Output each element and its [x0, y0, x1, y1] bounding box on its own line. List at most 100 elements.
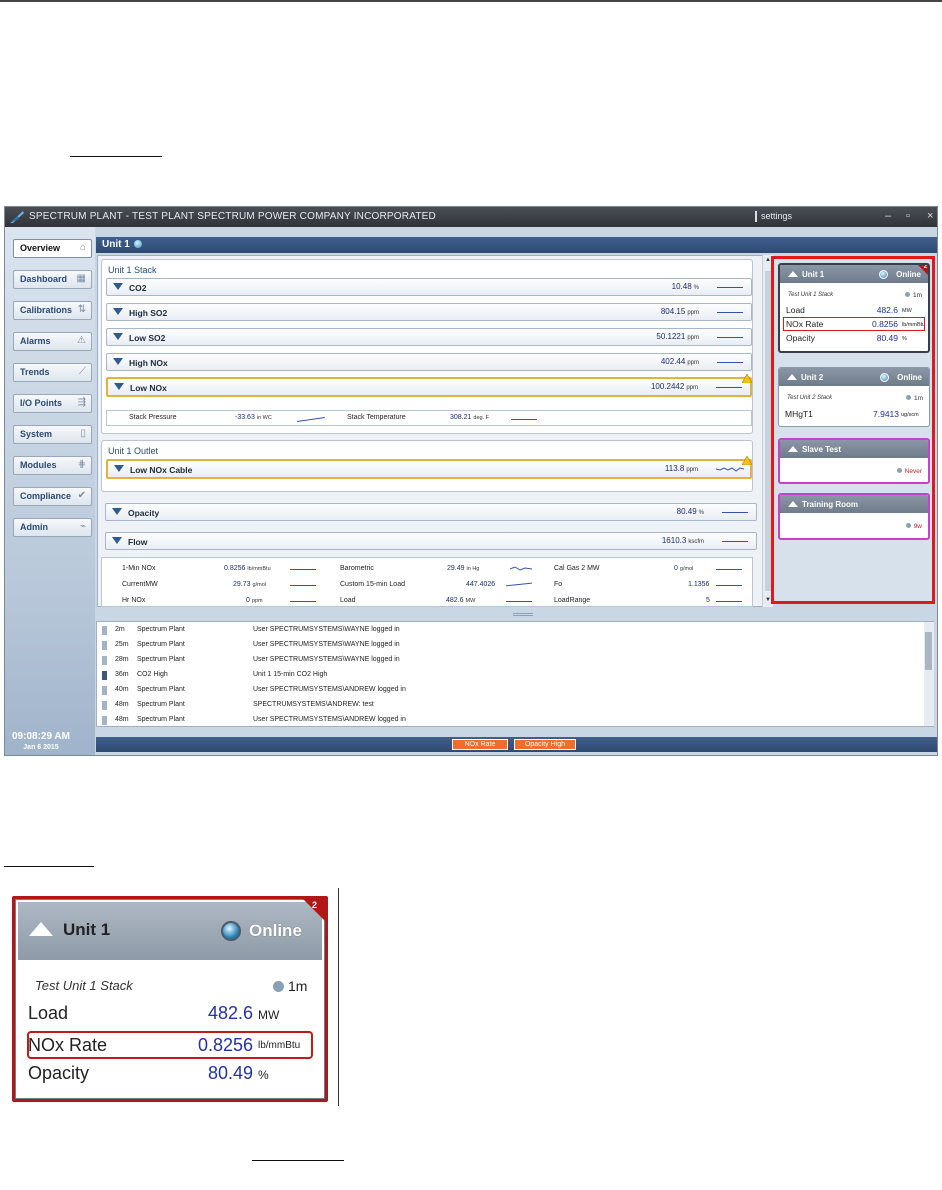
close-button[interactable]: × [927, 210, 933, 222]
card-status: Online [897, 373, 922, 382]
sidebar-item-calibrations[interactable]: Calibrations ⇅ [13, 301, 92, 320]
log-message: SPECTRUMSYSTEMS\ANDREW: test [253, 701, 374, 708]
unit2-card[interactable]: Unit 2 Online Test Unit 2 Stack 1m MHgT1 … [778, 367, 930, 427]
opacity-high-alarm-button[interactable]: Opacity High [514, 739, 576, 750]
sidebar-item-label: Modules [20, 460, 57, 470]
splitter-grip[interactable] [513, 613, 533, 616]
sidebar-item-system[interactable]: System ▯ [13, 425, 92, 444]
row-low-so2[interactable]: Low SO2 50.1221 ppm [106, 328, 752, 346]
row-flow[interactable]: Flow 1610.3 kscfm [105, 532, 757, 550]
unit1-card[interactable]: Unit 1 Online 2 Test Unit 1 Stack 1m Load… [778, 263, 930, 353]
severity-marker [102, 641, 107, 650]
badge-count: 2 [312, 900, 318, 910]
nox-rate-alarm-button[interactable]: NOx Rate [452, 739, 508, 750]
settings-link[interactable]: settings [754, 211, 792, 222]
zoom-row-value: 80.49 [207, 1063, 253, 1083]
log-row[interactable]: 40m Spectrum Plant User SPECTRUMSYSTEMS\AN… [101, 685, 917, 696]
sidebar-item-label: Calibrations [20, 305, 73, 315]
status-dot-icon [221, 921, 241, 941]
card-row-unit: MW [902, 308, 912, 314]
unit2-card-header[interactable]: Unit 2 Online [779, 368, 929, 386]
sidebar-item-overview[interactable]: Overview ⌂ [13, 239, 92, 258]
sparkline [290, 585, 316, 586]
misc-label: LoadRange [554, 597, 591, 604]
minimize-button[interactable]: – [885, 210, 891, 222]
severity-marker [102, 716, 107, 725]
severity-marker [102, 626, 107, 635]
log-row[interactable]: 28m Spectrum Plant User SPECTRUMSYSTEMS\WA… [101, 655, 917, 666]
card-subtitle: Test Unit 1 Stack [788, 292, 834, 298]
row-opacity[interactable]: Opacity 80.49% [105, 503, 757, 521]
row-label: Low NOx Cable [130, 465, 193, 475]
sidebar-item-label: Compliance [20, 491, 72, 501]
card-age: 1m [905, 292, 922, 299]
spectrum-logo-icon [10, 211, 24, 223]
row-value: 80.49% [677, 507, 704, 516]
expand-triangle-icon [112, 508, 122, 515]
row-high-nox[interactable]: High NOx 402.44 ppm [106, 353, 752, 371]
log-message: User SPECTRUMSYSTEMS\ANDREW logged in [253, 686, 406, 693]
value-number: 0.8256 [224, 565, 246, 572]
row-value: 113.8 ppm [665, 464, 698, 473]
value-unit: g/mol [252, 582, 266, 588]
sidebar-item-alarms[interactable]: Alarms ⚠ [13, 332, 92, 351]
misc-value: 0 ppm [246, 597, 263, 604]
training-room-card[interactable]: Training Room 9w [778, 493, 930, 540]
sidebar-item-dashboard[interactable]: Dashboard ▦ [13, 270, 92, 289]
log-row[interactable]: 48m Spectrum Plant SPECTRUMSYSTEMS\ANDREW:… [101, 700, 917, 711]
log-row[interactable]: 48m Spectrum Plant User SPECTRUMSYSTEMS\AN… [101, 715, 917, 726]
misc-label: Custom 15-min Load [340, 581, 405, 588]
log-time: 25m [115, 641, 129, 648]
sparkline [716, 601, 742, 602]
title-bar: SPECTRUM PLANT - TEST PLANT SPECTRUM POW… [5, 207, 937, 227]
collapse-triangle-icon [29, 922, 53, 936]
card-row-label: Opacity [786, 333, 815, 343]
value-number: -33.63 [235, 414, 255, 421]
row-label: Flow [128, 537, 148, 547]
unit1-card-header[interactable]: Unit 1 Online [780, 265, 928, 283]
misc-value: 5 [706, 597, 710, 604]
sparkline [716, 569, 742, 570]
misc-value: 447.4026 [466, 581, 497, 588]
checkmark-icon: ✔ [77, 490, 86, 501]
expand-triangle-icon [114, 383, 124, 390]
row-high-so2[interactable]: High SO2 804.15 ppm [106, 303, 752, 321]
row-value: 10.48% [672, 282, 699, 291]
sidebar-item-modules[interactable]: Modules ⋕ [13, 456, 92, 475]
log-source: CO2 High [137, 671, 168, 678]
sidebar-item-compliance[interactable]: Compliance ✔ [13, 487, 92, 506]
log-row[interactable]: 25m Spectrum Plant User SPECTRUMSYSTEMS\WA… [101, 640, 917, 651]
log-time: 2m [115, 626, 125, 633]
slave-test-card[interactable]: Slave Test Never [778, 438, 930, 484]
log-row[interactable]: 2m Spectrum Plant User SPECTRUMSYSTEMS\WAY… [101, 625, 917, 636]
row-co2[interactable]: CO2 10.48% [106, 278, 752, 296]
underline-mark [252, 1160, 344, 1161]
sidebar-item-label: Dashboard [20, 274, 68, 284]
slave-test-card-header[interactable]: Slave Test [780, 440, 928, 458]
sidebar-item-io-points[interactable]: I/O Points ⇶ [13, 394, 92, 413]
card-row-label: Load [786, 305, 805, 315]
highlight-box [27, 1031, 313, 1059]
underline-mark [4, 866, 94, 867]
log-time: 48m [115, 716, 129, 723]
row-low-nox-cable[interactable]: Low NOx Cable 113.8 ppm [106, 456, 752, 479]
row-label: Low SO2 [129, 333, 166, 343]
log-row[interactable]: 36m CO2 High Unit 1 15-min CO2 High [101, 670, 917, 681]
sidebar-item-label: Trends [20, 367, 50, 377]
misc-value: 1.1356 [688, 581, 709, 588]
severity-marker [102, 671, 107, 680]
maximize-button[interactable]: ▫ [906, 210, 910, 222]
modules-icon: ⋕ [77, 459, 86, 470]
scroll-thumb[interactable] [925, 632, 932, 670]
misc-value: 29.49 in Hg [447, 565, 479, 572]
misc-label: Barometric [340, 565, 374, 572]
training-room-card-header[interactable]: Training Room [780, 495, 928, 513]
sidebar-item-admin[interactable]: Admin ⌁ [13, 518, 92, 537]
sparkline [297, 417, 325, 422]
sidebar-item-trends[interactable]: Trends ⟋ [13, 363, 92, 382]
misc-label: Hr NOx [122, 597, 146, 604]
severity-marker [102, 686, 107, 695]
log-scrollbar[interactable] [924, 622, 934, 726]
expand-triangle-icon [114, 465, 124, 472]
row-low-nox[interactable]: Low NOx 100.2442 ppm [106, 374, 752, 397]
